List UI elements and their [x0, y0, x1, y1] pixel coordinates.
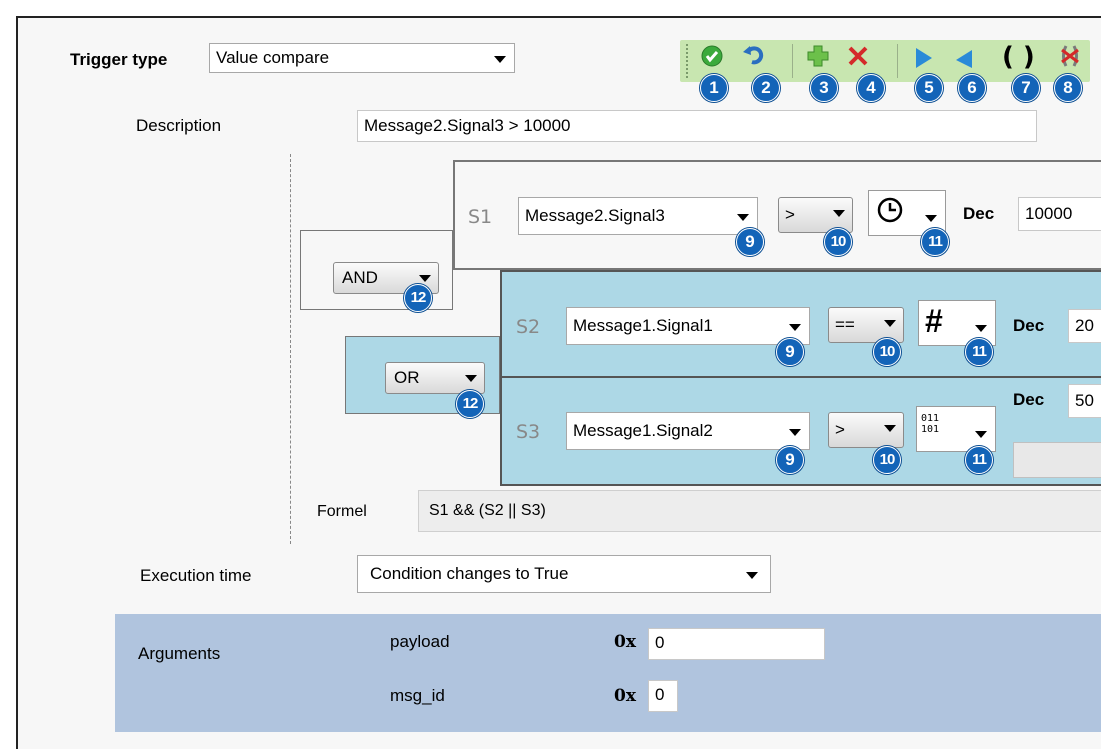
toolbar-separator [897, 44, 898, 78]
argument-prefix: 0x [614, 632, 636, 652]
indent-right-icon[interactable] [912, 46, 936, 70]
hash-icon: # [925, 303, 943, 339]
condition-s2-format-label: Dec [1013, 316, 1045, 335]
callout-badge-10: 10 [873, 446, 901, 474]
callout-badge-3: 3 [810, 74, 838, 102]
chevron-down-icon [746, 572, 758, 579]
condition-s2-operator-button[interactable]: == [828, 307, 904, 343]
execution-time-select[interactable]: Condition changes to True [357, 555, 771, 593]
argument-payload-field[interactable]: 0 [648, 628, 825, 660]
callout-badge-9: 9 [776, 338, 804, 366]
chevron-down-icon [833, 210, 845, 217]
callout-badge-5: 5 [915, 74, 943, 102]
chevron-down-icon [975, 325, 987, 332]
undo-icon[interactable] [742, 42, 766, 66]
chevron-down-icon [737, 214, 749, 221]
condition-s2-signal-select[interactable]: Message1.Signal1 [566, 307, 810, 345]
trigger-type-select[interactable]: Value compare [209, 43, 515, 73]
chevron-down-icon [884, 320, 896, 327]
operator-value: > [785, 205, 795, 224]
condition-s3-operator-button[interactable]: > [828, 412, 904, 448]
argument-name-payload: payload [390, 632, 450, 651]
condition-s1-value-field[interactable]: 10000 [1018, 197, 1101, 231]
trigger-type-value: Value compare [216, 48, 330, 67]
add-icon[interactable] [806, 44, 830, 68]
chevron-down-icon [494, 56, 506, 63]
condition-s3-format-select[interactable]: 011 101 [916, 406, 996, 452]
arguments-panel [115, 614, 1101, 732]
callout-badge-6: 6 [958, 74, 986, 102]
signal-value: Message2.Signal3 [525, 206, 665, 225]
callout-badge-11: 11 [965, 338, 993, 366]
chevron-down-icon [419, 275, 431, 282]
callout-badge-11: 11 [965, 446, 993, 474]
condition-s1-format-label: Dec [963, 204, 995, 223]
argument-prefix: 0x [614, 686, 636, 706]
condition-s3-name: S3 [516, 421, 541, 443]
parentheses-icon[interactable]: ( ) [1002, 42, 1035, 72]
tree-connector-line [290, 154, 291, 544]
chevron-down-icon [884, 425, 896, 432]
callout-badge-11: 11 [921, 228, 949, 256]
signal-value: Message1.Signal2 [573, 421, 713, 440]
operator-value: > [835, 420, 845, 439]
condition-s3-signal-select[interactable]: Message1.Signal2 [566, 412, 810, 450]
clock-icon [877, 197, 903, 223]
formula-field: S1 && (S2 || S3) [418, 490, 1101, 532]
signal-value: Message1.Signal1 [573, 316, 713, 335]
callout-badge-12: 12 [456, 390, 484, 418]
condition-s1-signal-select[interactable]: Message2.Signal3 [518, 197, 758, 235]
condition-s1-name: S1 [468, 206, 493, 228]
callout-badge-1: 1 [700, 74, 728, 102]
callout-badge-7: 7 [1012, 74, 1040, 102]
callout-badge-9: 9 [776, 446, 804, 474]
logic-or-label: OR [394, 368, 420, 387]
description-field[interactable]: Message2.Signal3 > 10000 [357, 110, 1037, 142]
binary-icon: 011 101 [921, 413, 940, 435]
execution-time-label: Execution time [140, 566, 252, 585]
logic-and-label: AND [342, 268, 378, 287]
condition-s2-value-field[interactable]: 20 [1068, 309, 1101, 343]
remove-parentheses-icon[interactable] [1058, 44, 1082, 68]
chevron-down-icon [789, 324, 801, 331]
toolbar-grip[interactable] [686, 44, 690, 78]
chevron-down-icon [925, 215, 937, 222]
description-label: Description [136, 116, 222, 135]
callout-badge-8: 8 [1054, 74, 1082, 102]
check-icon[interactable] [700, 44, 724, 68]
arguments-label: Arguments [138, 644, 221, 663]
callout-badge-12: 12 [404, 284, 432, 312]
callout-badge-9: 9 [736, 228, 764, 256]
condition-s3-format-label: Dec [1013, 390, 1045, 409]
callout-badge-4: 4 [857, 74, 885, 102]
formula-label: Formel [317, 503, 367, 520]
callout-badge-10: 10 [824, 228, 852, 256]
chevron-down-icon [789, 429, 801, 436]
condition-s3-value-field[interactable]: 50 [1068, 384, 1101, 418]
execution-time-value: Condition changes to True [370, 564, 569, 583]
formula-value: S1 && (S2 || S3) [429, 502, 546, 519]
operator-value: == [835, 315, 855, 334]
condition-s2-name: S2 [516, 316, 541, 338]
argument-msg-id-field[interactable]: 0 [648, 680, 678, 712]
condition-s3-extra-field[interactable] [1013, 442, 1101, 478]
delete-icon[interactable] [846, 44, 870, 68]
chevron-down-icon [465, 375, 477, 382]
indent-left-icon[interactable] [952, 46, 976, 70]
callout-badge-10: 10 [873, 338, 901, 366]
argument-name-msg-id: msg_id [390, 686, 445, 705]
toolbar-separator [792, 44, 793, 78]
callout-badge-2: 2 [752, 74, 780, 102]
chevron-down-icon [975, 431, 987, 438]
trigger-type-label: Trigger type [70, 50, 168, 69]
